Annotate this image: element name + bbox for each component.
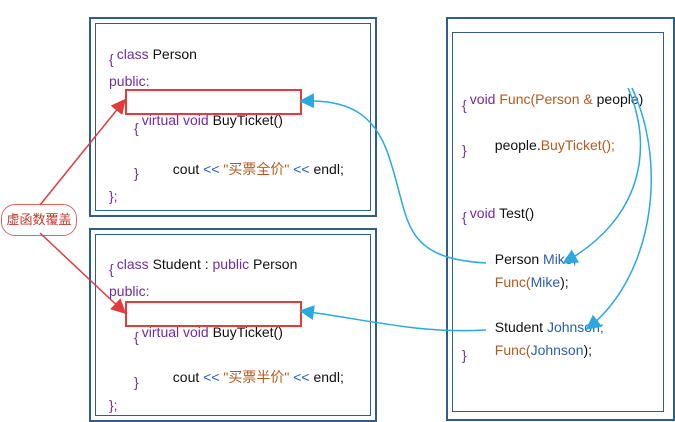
red-arrow-to-student (39, 232, 127, 315)
red-arrow-to-person (39, 98, 126, 206)
blue-arrow-people-to-mike (562, 87, 642, 264)
arrow-layer (39, 87, 653, 332)
blue-arrow-people-to-johnson (585, 87, 653, 330)
blue-arrow-mike-to-person (299, 93, 487, 264)
blue-arrow-johnson-to-student (299, 305, 487, 332)
